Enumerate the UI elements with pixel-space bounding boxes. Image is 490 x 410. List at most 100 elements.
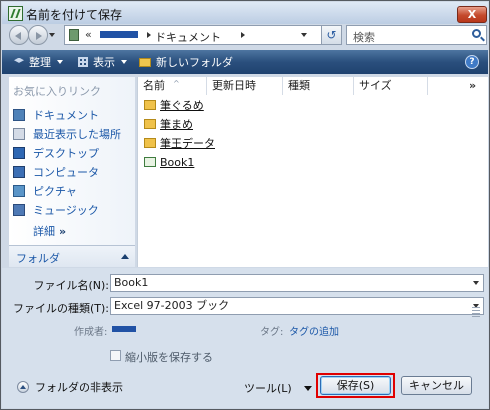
search-placeholder: 検索 [353,31,375,44]
redacted-author[interactable] [112,326,136,332]
music-icon [13,204,25,216]
add-tag-link[interactable]: タグの追加 [289,323,339,338]
organize-button[interactable]: 整理 [14,50,63,74]
column-header-modified[interactable]: 更新日時 [207,77,283,95]
views-label: 表示 [93,56,115,69]
chevron-down-icon[interactable] [473,281,479,285]
hide-folders-label: フォルダの非表示 [35,381,123,394]
column-header-type[interactable]: 種類 [283,77,354,95]
new-folder-icon [139,57,151,67]
sidebar-item-documents[interactable]: ドキュメント [13,107,99,123]
breadcrumb-separator-icon[interactable] [147,32,151,38]
sidebar-item-label: ミュージック [33,204,99,217]
close-button[interactable]: X [457,6,487,23]
file-type-label: ファイルの種類(T): [12,302,109,315]
computer-icon [13,166,25,178]
sidebar-item-recent-places[interactable]: 最近表示した場所 [13,126,121,142]
title-bar: 名前を付けて保存 X [2,2,488,24]
file-row-folder[interactable]: 筆ぐるめ [144,97,204,113]
author-label: 作成者: [74,327,108,338]
sidebar-item-label: ドキュメント [33,109,99,122]
desktop-icon [13,147,25,159]
resize-grip-icon[interactable] [472,307,480,317]
search-icon[interactable] [472,29,481,38]
command-toolbar: 整理 表示 新しいフォルダ ? [2,50,488,74]
column-header-name[interactable]: 名前 ^ [138,77,207,95]
file-name: 筆ぐるめ [160,99,204,112]
column-label: 名前 [143,79,165,92]
navigation-pane: お気に入りリンク ドキュメント 最近表示した場所 デスクトップ コンピュータ ピ… [9,77,135,267]
sidebar-item-desktop[interactable]: デスクトップ [13,145,99,161]
excel-app-icon [8,6,23,21]
folder-icon [144,119,156,129]
location-icon [69,29,79,41]
more-columns-chevron-icon[interactable]: » [469,79,476,92]
organize-icon [14,57,24,63]
file-row-folder[interactable]: 筆まめ [144,116,193,132]
file-name-label: ファイル名(N): [33,279,109,292]
recent-places-icon [13,128,25,140]
views-icon [78,57,88,67]
back-button[interactable] [9,25,29,45]
sidebar-item-computer[interactable]: コンピュータ [13,164,99,180]
pictures-icon [13,185,25,197]
sidebar-item-label: デスクトップ [33,147,99,160]
recent-pages-arrow-icon[interactable] [49,33,55,37]
chevron-down-icon [57,60,63,64]
file-name-input[interactable]: Book1 [110,274,484,292]
favorite-links-header: お気に入りリンク [13,85,101,98]
file-type-value: Excel 97-2003 ブック [114,299,230,312]
sidebar-item-label: 最近表示した場所 [33,128,121,141]
new-folder-button[interactable]: 新しいフォルダ [139,50,233,74]
sidebar-item-pictures[interactable]: ピクチャ [13,183,77,199]
file-row-workbook[interactable]: Book1 [144,154,194,170]
file-name: 筆まめ [160,118,193,131]
save-button[interactable]: 保存(S) [320,376,391,395]
tools-menu-button[interactable]: ツール(L) [244,380,312,396]
file-list: 名前 ^ 更新日時 種類 サイズ » 筆ぐるめ 筆まめ 筆王データ Book1 [137,77,488,267]
address-row: « ドキュメント ↺ 検索 [2,24,488,50]
sort-arrow-icon: ^ [173,79,180,88]
save-as-dialog: 名前を付けて保存 X « ドキュメント ↺ 検索 整理 表示 新しいフォルダ ?… [0,0,490,410]
file-name-value: Book1 [114,276,149,289]
tag-label: タグ: [260,327,284,338]
organize-label: 整理 [29,56,51,69]
cancel-button[interactable]: キャンセル [401,376,472,395]
file-name: 筆王データ [160,137,215,150]
views-button[interactable]: 表示 [78,50,127,74]
more-label: 詳細 [33,225,55,238]
folder-icon [144,100,156,110]
excel-file-icon [144,157,156,167]
refresh-button[interactable]: ↺ [322,25,342,45]
file-name: Book1 [160,155,195,169]
save-thumbnail-label: 縮小版を保存する [125,351,213,364]
chevron-up-icon [121,254,129,259]
chevron-down-icon [303,385,312,391]
file-type-select[interactable]: Excel 97-2003 ブック [110,297,484,315]
forward-button[interactable] [28,25,48,45]
address-dropdown-icon[interactable] [301,33,307,37]
breadcrumb-documents[interactable]: ドキュメント [155,29,221,45]
sidebar-item-label: コンピュータ [33,166,99,179]
sidebar-more-link[interactable]: 詳細 » [33,223,66,239]
collapse-circle-icon [17,381,29,393]
double-chevron-icon: » [59,225,67,238]
column-header-size[interactable]: サイズ [354,77,428,95]
redacted-user-folder[interactable] [100,31,138,38]
hide-folders-button[interactable]: フォルダの非表示 [17,379,123,395]
file-row-folder[interactable]: 筆王データ [144,135,215,151]
sidebar-item-music[interactable]: ミュージック [13,202,99,218]
help-button[interactable]: ? [465,55,479,69]
folder-icon [144,138,156,148]
search-input[interactable]: 検索 [346,25,487,45]
new-folder-label: 新しいフォルダ [156,56,233,69]
folders-label: フォルダ [16,252,60,265]
tools-label: ツール(L) [244,382,292,395]
sidebar-item-label: ピクチャ [33,185,77,198]
window-title: 名前を付けて保存 [26,8,123,22]
address-bar[interactable]: « ドキュメント [64,25,322,45]
breadcrumb-separator-icon[interactable] [241,32,245,38]
save-thumbnail-checkbox[interactable] [110,350,121,361]
address-overflow-chevron[interactable]: « [85,28,92,41]
folders-toggle[interactable]: フォルダ [9,245,135,267]
